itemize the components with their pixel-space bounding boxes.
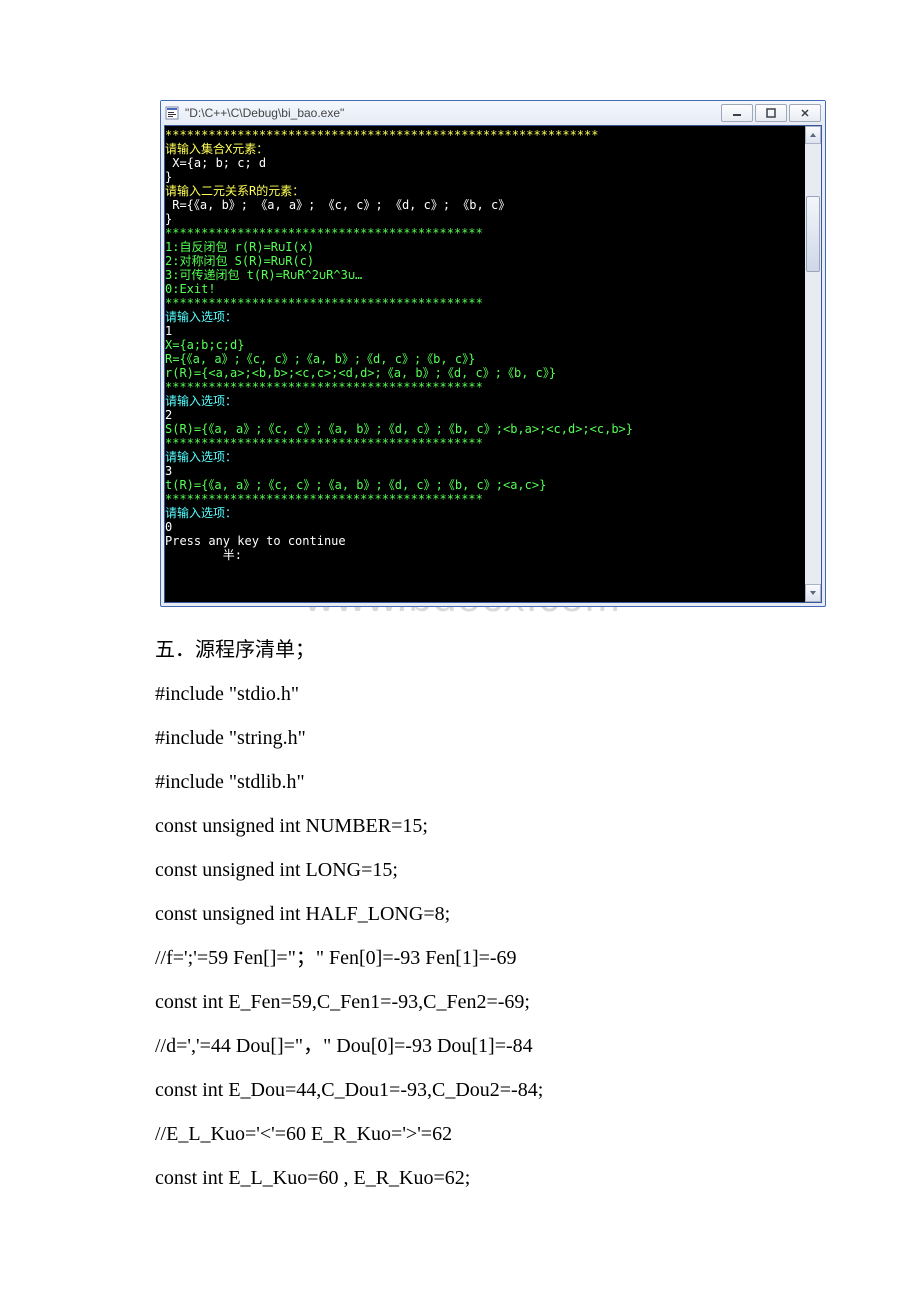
console-line: 请输入选项： [165, 506, 237, 520]
code-line: //E_L_Kuo='<'=60 E_R_Kuo='>'=62 [155, 1121, 770, 1147]
console-line: X={a; b; c; d [165, 156, 266, 170]
console-line: } [165, 170, 172, 184]
console-line: ****************************************… [165, 296, 483, 310]
code-line: const unsigned int LONG=15; [155, 857, 770, 883]
code-line: //d=','=44 Dou[]="，" Dou[0]=-93 Dou[1]=-… [155, 1033, 770, 1059]
console-window: "D:\C++\C\Debug\bi_bao.exe" ************… [160, 100, 826, 607]
code-line: #include "string.h" [155, 725, 770, 751]
console-line: ****************************************… [165, 226, 483, 240]
minimize-button[interactable] [721, 104, 753, 122]
console-line: ****************************************… [165, 492, 483, 506]
console-line: 半: [165, 548, 242, 562]
console-line: Press any key to continue [165, 534, 346, 548]
console-line: t(R)={《a, a》;《c, c》;《a, b》;《d, c》;《b, c》… [165, 478, 546, 492]
code-line: const unsigned int NUMBER=15; [155, 813, 770, 839]
console-line: R={《a, b》; 《a, a》; 《c, c》; 《d, c》; 《b, c… [165, 198, 510, 212]
window-control-group [719, 104, 821, 122]
console-line: } [165, 212, 172, 226]
scroll-thumb[interactable] [806, 196, 820, 272]
console-line: 0:Exit! [165, 282, 216, 296]
console-line: 请输入二元关系R的元素： [165, 184, 304, 198]
console-line: 请输入选项： [165, 394, 237, 408]
app-icon [165, 106, 179, 120]
console-line: 请输入集合X元素： [165, 142, 268, 156]
maximize-button[interactable] [755, 104, 787, 122]
code-line: const unsigned int HALF_LONG=8; [155, 901, 770, 927]
console-line: 3:可传递闭包 t(R)=R∪R^2∪R^3∪… [165, 268, 362, 282]
console-line: X={a;b;c;d} [165, 338, 244, 352]
console-line: S(R)={《a, a》;《c, c》;《a, b》;《d, c》;《b, c》… [165, 422, 633, 436]
section-heading: 五．源程序清单； [155, 637, 770, 663]
code-line: //f=';'=59 Fen[]="；" Fen[0]=-93 Fen[1]=-… [155, 945, 770, 971]
code-line: #include "stdio.h" [155, 681, 770, 707]
window-title: "D:\C++\C\Debug\bi_bao.exe" [185, 106, 344, 120]
console-line: 3 [165, 464, 172, 478]
code-line: #include "stdlib.h" [155, 769, 770, 795]
console-line: 请输入选项： [165, 450, 237, 464]
scroll-track[interactable] [805, 144, 821, 584]
console-line: 0 [165, 520, 172, 534]
code-line: const int E_L_Kuo=60 , E_R_Kuo=62; [155, 1165, 770, 1191]
console-line: 1:自反闭包 r(R)=R∪I(x) [165, 240, 314, 254]
console-line: 2:对称闭包 S(R)=R∪R(c) [165, 254, 314, 268]
close-button[interactable] [789, 104, 821, 122]
code-line: const int E_Dou=44,C_Dou1=-93,C_Dou2=-84… [155, 1077, 770, 1103]
console-line: ****************************************… [165, 380, 483, 394]
console-line: 1 [165, 324, 172, 338]
console-line: 请输入选项： [165, 310, 237, 324]
window-titlebar: "D:\C++\C\Debug\bi_bao.exe" [161, 101, 825, 125]
console-output: ****************************************… [165, 126, 805, 602]
console-line: ****************************************… [165, 436, 483, 450]
console-line: ****************************************… [165, 128, 598, 142]
code-line: const int E_Fen=59,C_Fen1=-93,C_Fen2=-69… [155, 989, 770, 1015]
document-body: 五．源程序清单； #include "stdio.h" #include "st… [155, 637, 770, 1191]
scroll-up-button[interactable] [805, 126, 821, 144]
console-line: R={《a, a》;《c, c》;《a, b》;《d, c》;《b, c》} [165, 352, 475, 366]
scroll-down-button[interactable] [805, 584, 821, 602]
vertical-scrollbar[interactable] [805, 126, 821, 602]
console-line: 2 [165, 408, 172, 422]
console-line: r(R)={<a,a>;<b,b>;<c,c>;<d,d>;《a, b》;《d,… [165, 366, 556, 380]
